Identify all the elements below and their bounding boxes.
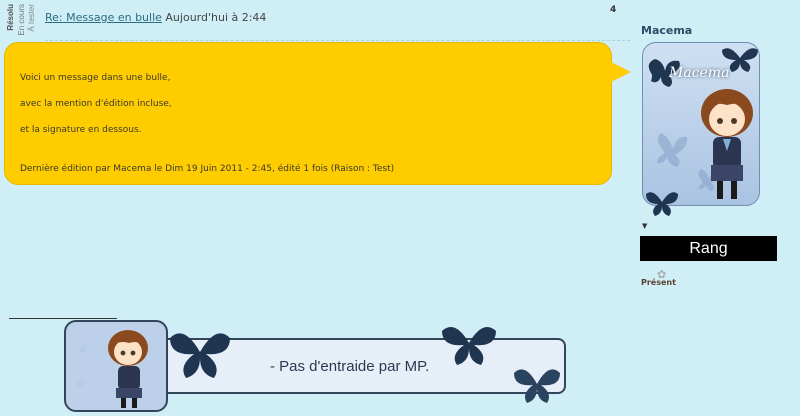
post-header: Re: Message en bulle Aujourd'hui à 2:44 — [45, 11, 266, 24]
username[interactable]: Macema — [641, 24, 692, 37]
status-tag-in-progress[interactable]: En cours — [17, 4, 26, 36]
signature-avatar-image: ☆ ☆ — [76, 330, 148, 408]
message-bubble: Voici un message dans une bulle, avec la… — [4, 42, 612, 185]
edit-notice: Dernière édition par Macema le Dim 19 Ju… — [20, 164, 395, 174]
signature-text: - Pas d'entraide par MP. — [270, 358, 430, 375]
butterfly-icon — [514, 369, 560, 403]
status-tag-to-test[interactable]: À tester — [27, 4, 36, 32]
message-line: et la signature en dessous. — [20, 125, 142, 135]
signature-rule — [9, 318, 117, 319]
butterfly-icon — [442, 327, 496, 365]
rank-arrow-icon: ▼ — [642, 222, 648, 230]
svg-text:☆: ☆ — [76, 378, 85, 389]
online-status: Présent — [641, 278, 676, 287]
message-line: Voici un message dans une bulle, — [20, 73, 171, 83]
signature-avatar: ☆ ☆ — [64, 320, 168, 412]
butterfly-icon — [722, 48, 758, 72]
rank-bar: Rang — [640, 236, 777, 261]
post-time: Aujourd'hui à 2:44 — [165, 11, 267, 24]
message-line: avec la mention d'édition incluse, — [20, 99, 172, 109]
status-tags: Résolu En cours À tester — [4, 2, 44, 38]
post-number[interactable]: 4 — [610, 5, 616, 15]
svg-text:☆: ☆ — [78, 344, 87, 355]
header-divider — [45, 40, 630, 41]
butterfly-icon — [170, 333, 230, 378]
butterfly-icon — [646, 192, 678, 216]
bubble-tail — [611, 62, 631, 82]
post-title-link[interactable]: Re: Message en bulle — [45, 11, 162, 24]
status-tag-resolved[interactable]: Résolu — [6, 4, 15, 31]
